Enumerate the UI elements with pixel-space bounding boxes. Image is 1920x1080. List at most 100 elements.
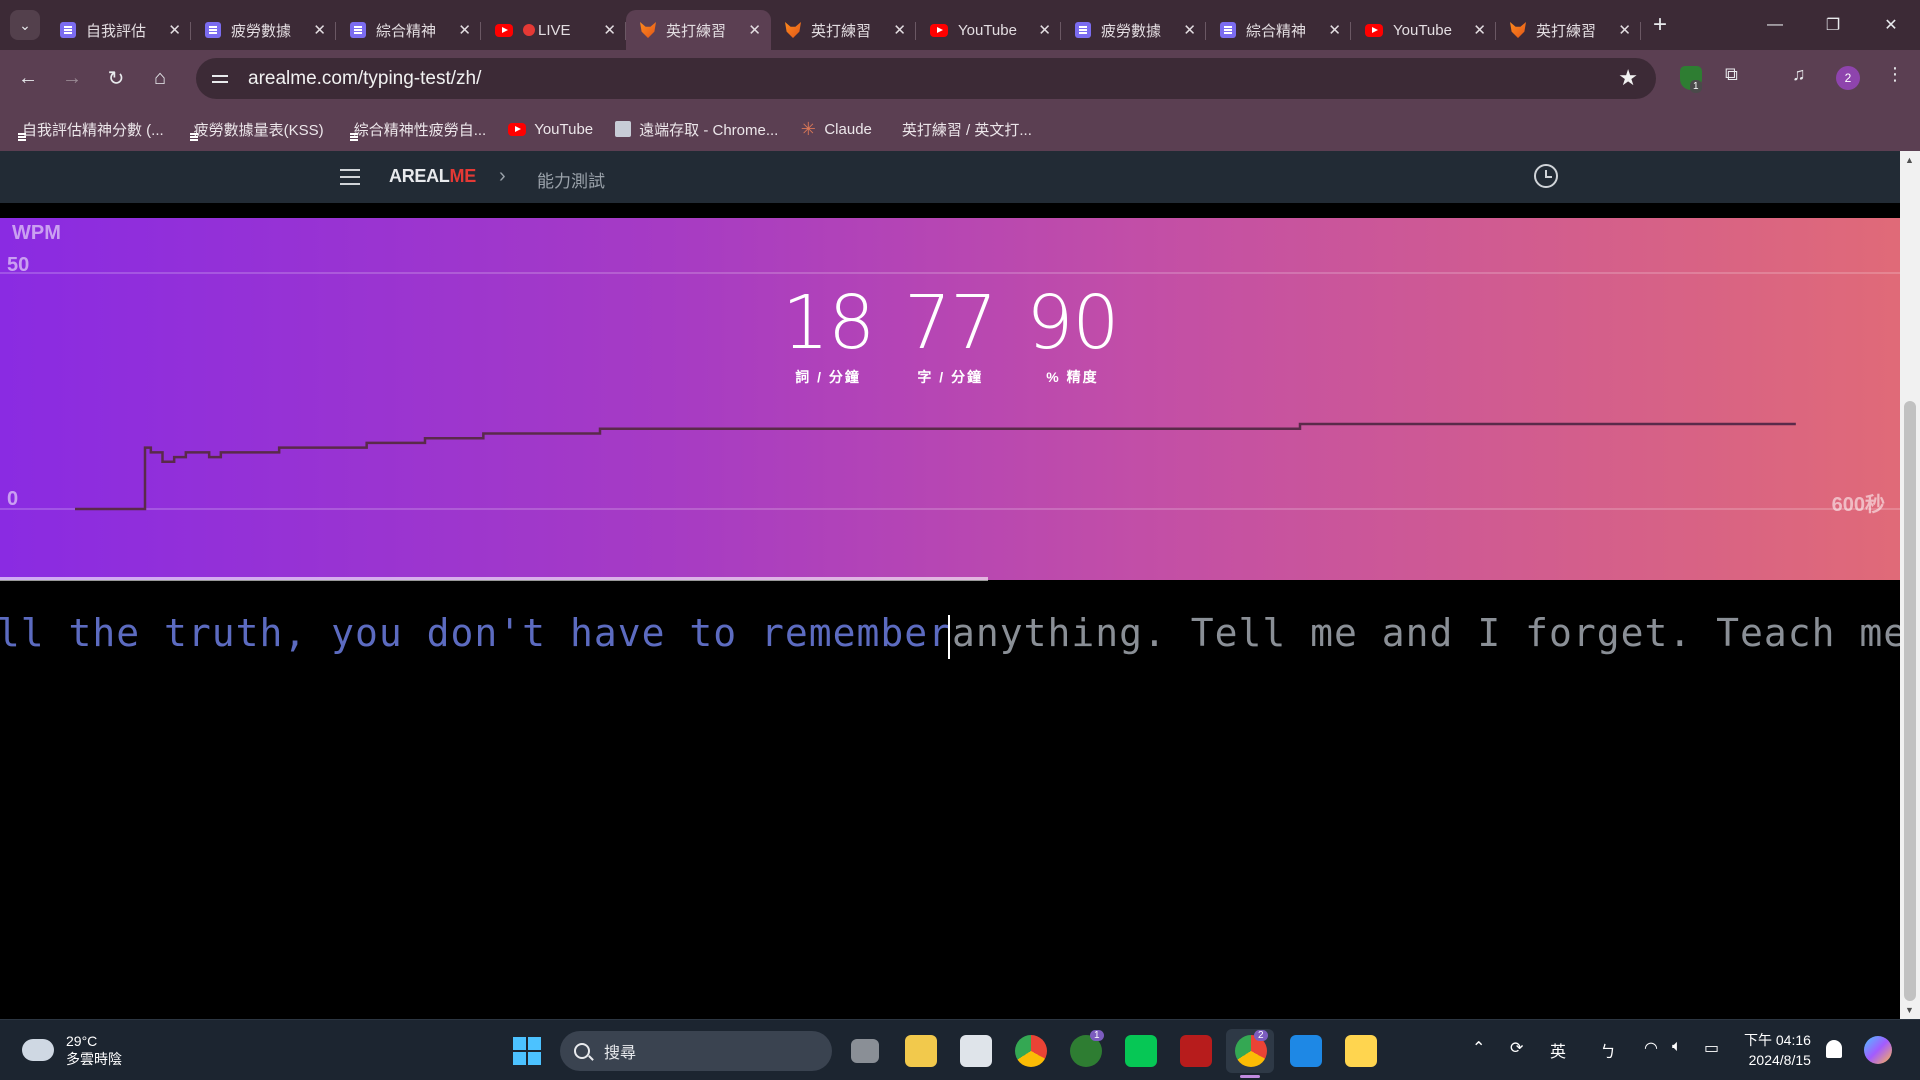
browser-tab[interactable]: 綜合精神 ✕ xyxy=(1206,10,1351,50)
battery-icon[interactable]: ▭ xyxy=(1704,1038,1719,1058)
browser-tab[interactable]: 英打練習 ✕ xyxy=(626,10,771,50)
tab-close-icon[interactable]: ✕ xyxy=(313,21,326,39)
bookmark-label: 遠端存取 - Chrome... xyxy=(639,121,779,139)
bookmark-item[interactable]: 自我評估精神分數 (... xyxy=(14,119,164,140)
tab-title: 綜合精神 xyxy=(376,22,437,40)
tab-title: YouTube xyxy=(1393,21,1452,39)
menu-kebab-icon[interactable]: ⋮ xyxy=(1886,64,1904,85)
tab-close-icon[interactable]: ✕ xyxy=(893,21,906,39)
volume-icon[interactable]: 🔈︎ xyxy=(1672,1038,1682,1056)
tab-close-icon[interactable]: ✕ xyxy=(1038,21,1051,39)
tab-close-icon[interactable]: ✕ xyxy=(458,21,471,39)
bookmark-item[interactable]: ✳ Claude xyxy=(800,119,872,139)
media-control-icon[interactable]: ♫ xyxy=(1792,64,1806,85)
tab-close-icon[interactable]: ✕ xyxy=(748,21,761,39)
browser-tab[interactable]: 綜合精神 ✕ xyxy=(336,10,481,50)
stat-wpm: 18 詞 / 分鐘 xyxy=(782,281,875,387)
minimize-icon[interactable]: — xyxy=(1746,16,1804,34)
browser-tab[interactable]: 自我評估 ✕ xyxy=(46,10,191,50)
tab-title: 綜合精神 xyxy=(1246,22,1307,40)
breadcrumb[interactable]: 能力測試 xyxy=(537,167,605,192)
doc-icon xyxy=(205,22,221,38)
tab-close-icon[interactable]: ✕ xyxy=(1328,21,1341,39)
browser-tab[interactable]: 英打練習 ✕ xyxy=(771,10,916,50)
close-icon[interactable]: ✕ xyxy=(1862,15,1920,35)
claude-icon: ✳ xyxy=(800,119,816,139)
bookmark-item[interactable]: 遠端存取 - Chrome... xyxy=(615,119,778,140)
browser-tab[interactable]: 疲勞數據 ✕ xyxy=(191,10,336,50)
profile-avatar[interactable]: 2 xyxy=(1836,66,1860,90)
reload-icon[interactable]: ↻ xyxy=(94,66,138,91)
sync-icon[interactable]: ⟳ xyxy=(1510,1038,1523,1058)
page-scrollbar[interactable]: ▲ ▼ xyxy=(1900,151,1920,1019)
snipping-tool-icon[interactable] xyxy=(960,1035,992,1067)
live-dot-icon xyxy=(523,24,535,36)
tab-close-icon[interactable]: ✕ xyxy=(1473,21,1486,39)
tab-close-icon[interactable]: ✕ xyxy=(603,21,616,39)
weather-desc: 多雲時陰 xyxy=(66,1051,122,1067)
weather-widget[interactable]: 29°C 多雲時陰 xyxy=(22,1032,122,1068)
line-icon[interactable] xyxy=(1125,1035,1157,1067)
extensions-puzzle-icon[interactable]: ⧉ xyxy=(1725,64,1738,85)
logo-text: AREAL xyxy=(389,166,450,186)
clock-time: 下午 04:16 xyxy=(1744,1032,1811,1048)
xbox-badge: 1 xyxy=(1090,1030,1104,1041)
back-icon[interactable]: ← xyxy=(6,67,50,90)
bookmark-item[interactable]: 綜合精神性疲勞自... xyxy=(346,119,486,140)
tab-close-icon[interactable]: ✕ xyxy=(168,21,181,39)
wifi-icon[interactable]: ◠ xyxy=(1644,1038,1658,1058)
browser-tab[interactable]: YouTube ✕ xyxy=(916,10,1061,50)
tray-chevron-up-icon[interactable]: ⌃ xyxy=(1472,1038,1485,1058)
browser-tab[interactable]: 疲勞數據 ✕ xyxy=(1061,10,1206,50)
ime-language[interactable]: 英 xyxy=(1550,1038,1566,1062)
scroll-up-icon[interactable]: ▲ xyxy=(1905,155,1914,165)
chrome-icon[interactable] xyxy=(1015,1035,1047,1067)
doc-icon xyxy=(1075,22,1091,38)
hamburger-menu-icon[interactable] xyxy=(340,169,360,185)
app-icon[interactable] xyxy=(1180,1035,1212,1067)
python-icon[interactable] xyxy=(1345,1035,1377,1067)
stats-panel: 18 詞 / 分鐘 77 字 / 分鐘 90 % 精度 xyxy=(782,281,1149,387)
wpm-line-svg xyxy=(0,272,1900,511)
tab-title: 自我評估 xyxy=(86,22,147,40)
site-logo[interactable]: AREALME xyxy=(389,166,476,187)
history-icon[interactable] xyxy=(1534,164,1558,188)
site-info-icon[interactable] xyxy=(210,70,232,88)
bookmark-label: YouTube xyxy=(534,120,594,138)
notification-bell-icon[interactable] xyxy=(1826,1040,1842,1058)
bookmark-item[interactable]: 英打練習 / 英文打... xyxy=(894,119,1032,140)
browser-tab[interactable]: LIVE ✕ xyxy=(481,10,626,50)
doc-icon xyxy=(60,22,76,38)
browser-toolbar: ← → ↻ ⌂ arealme.com/typing-test/zh/ ★ xyxy=(0,50,1920,107)
forward-icon[interactable]: → xyxy=(50,67,94,90)
copilot-icon[interactable] xyxy=(1864,1036,1892,1064)
fox-icon xyxy=(785,22,801,38)
url-text[interactable]: arealme.com/typing-test/zh/ xyxy=(248,68,481,90)
tab-close-icon[interactable]: ✕ xyxy=(1183,21,1196,39)
bookmark-item[interactable]: 疲勞數據量表(KSS) xyxy=(186,119,324,140)
chrome-badge: 2 xyxy=(1254,1030,1268,1041)
typing-area[interactable]: If you tell the truth, you don't have to… xyxy=(0,611,1900,671)
browser-tab[interactable]: 英打練習 ✕ xyxy=(1496,10,1641,50)
browser-tab[interactable]: YouTube ✕ xyxy=(1351,10,1496,50)
vscode-icon[interactable] xyxy=(1290,1035,1322,1067)
new-tab-button[interactable]: + xyxy=(1653,11,1667,39)
tab-search-button[interactable]: ⌄ xyxy=(10,10,40,40)
scroll-down-icon[interactable]: ▼ xyxy=(1905,1005,1914,1015)
windows-start-icon[interactable] xyxy=(513,1037,541,1065)
file-explorer-icon[interactable] xyxy=(905,1035,937,1067)
address-bar[interactable]: arealme.com/typing-test/zh/ ★ xyxy=(196,58,1656,99)
bookmark-star-icon[interactable]: ★ xyxy=(1618,65,1638,91)
system-clock[interactable]: 下午 04:16 2024/8/15 xyxy=(1744,1030,1811,1070)
home-icon[interactable]: ⌂ xyxy=(138,67,182,90)
bookmark-item[interactable]: YouTube xyxy=(508,121,593,138)
taskbar-search[interactable]: 搜尋 xyxy=(560,1031,832,1071)
ime-mode[interactable]: ㄅ xyxy=(1600,1038,1616,1062)
tab-strip: ⌄ 自我評估 ✕ 疲勞數據 ✕ 綜合精神 ✕ LIVE ✕ 英打練習 ✕ 英打練習 ✕ YouTube ✕… xyxy=(0,0,1920,50)
scrollbar-thumb[interactable] xyxy=(1904,401,1916,1001)
tab-close-icon[interactable]: ✕ xyxy=(1618,21,1631,39)
clock-date: 2024/8/15 xyxy=(1748,1052,1811,1068)
task-view-icon[interactable] xyxy=(851,1039,879,1063)
restore-icon[interactable]: ❐ xyxy=(1804,15,1862,35)
wpm-chart: WPM 50 0 600秒 18 詞 / 分鐘 77 字 / 分鐘 90 % 精… xyxy=(0,218,1900,581)
